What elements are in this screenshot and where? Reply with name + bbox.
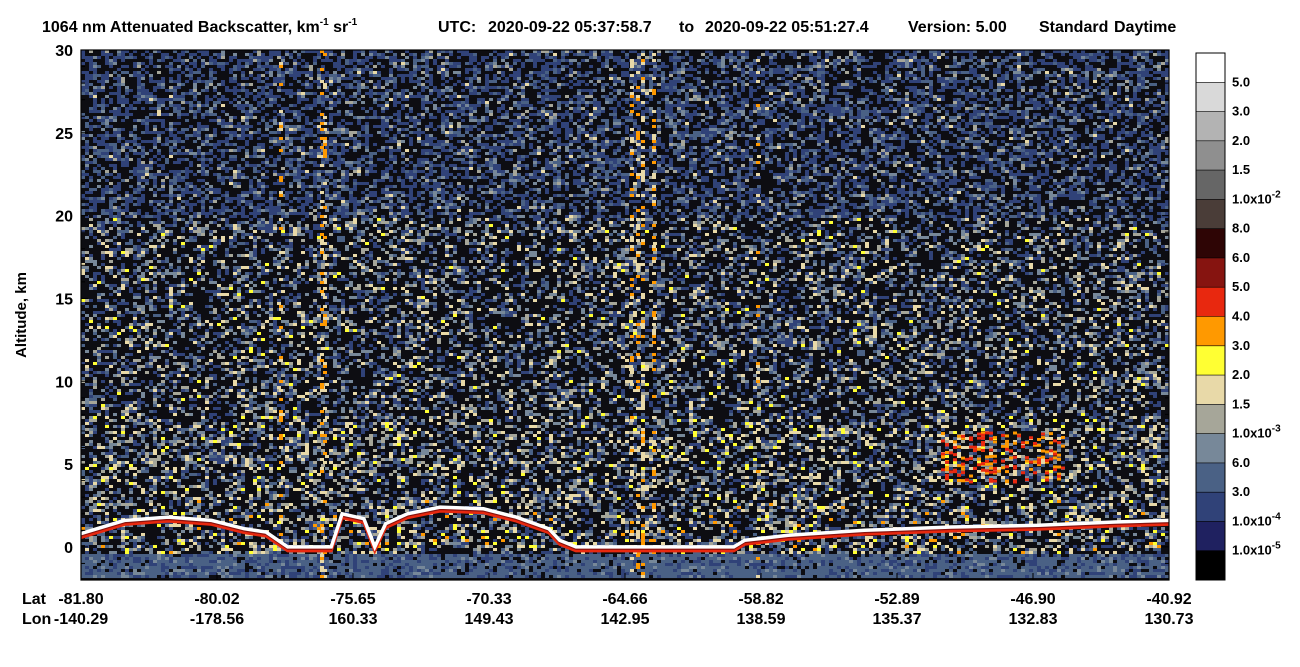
colorbar-swatch	[1196, 492, 1225, 522]
chart-title: 1064 nm Attenuated Backscatter, km-1 sr-…	[42, 17, 1176, 36]
colorbar-swatch	[1196, 140, 1225, 171]
colorbar-label: 4.0	[1232, 309, 1250, 324]
colorbar-swatch	[1196, 404, 1225, 435]
svg-text:1064 nm Attenuated Backscatter: 1064 nm Attenuated Backscatter, km-1 sr-…	[42, 17, 358, 36]
x-tick-label-lat: -70.33	[466, 591, 511, 608]
colorbar-swatch	[1196, 287, 1225, 317]
colorbar-label: 6.0	[1232, 250, 1250, 265]
colorbar-label: 2.0	[1232, 367, 1250, 382]
colorbar-label: 1.0x10-3	[1232, 424, 1281, 441]
colorbar-label: 3.0	[1232, 104, 1250, 119]
title-product: Standard	[1039, 19, 1108, 36]
colorbar-swatch	[1196, 462, 1225, 493]
x-tick-label-lat: -46.90	[1010, 591, 1055, 608]
x-tick-label-lat: -58.82	[738, 591, 783, 608]
colorbar-label: 6.0	[1232, 455, 1250, 470]
y-tick-label: 5	[64, 457, 73, 474]
colorbar-label: 8.0	[1232, 221, 1250, 236]
x-tick-label-lon: 142.95	[601, 611, 650, 628]
x-tick-label-lon: 130.73	[1145, 611, 1194, 628]
x-tick-label-lon: 138.59	[737, 611, 786, 628]
colorbar-label: 1.0x10-2	[1232, 189, 1281, 206]
title-utc-to: to	[679, 19, 694, 36]
x-row-label-lat: Lat	[22, 591, 47, 608]
title-mode: Daytime	[1114, 19, 1176, 36]
y-tick-label: 30	[55, 43, 73, 60]
x-axis: -81.80 -140.29 -80.02 -178.56 -75.65 160.33 -7…	[54, 573, 1194, 628]
title-utc-end: 2020-09-22 05:51:27.4	[705, 19, 869, 36]
title-utc-label: UTC:	[438, 19, 476, 36]
colorbar-swatch	[1196, 53, 1225, 83]
title-unit-sup2: -1	[348, 17, 357, 28]
x-tick-label-lon: 132.83	[1009, 611, 1058, 628]
colorbar-label: 3.0	[1232, 484, 1250, 499]
x-tick-label-lat: -75.65	[330, 591, 375, 608]
x-tick-label-lat: -40.92	[1146, 591, 1191, 608]
title-utc-start: 2020-09-22 05:37:58.7	[488, 19, 652, 36]
y-tick-label: 20	[55, 209, 73, 226]
x-tick-label-lat: -52.89	[874, 591, 919, 608]
colorbar: 5.0 3.0 2.0 1.5 1.0x10-2 8.0 6.0 5.0 4.0 3.0 2.0 1.…	[1195, 52, 1281, 581]
x-row-label-lon: Lon	[22, 611, 51, 628]
x-tick-label-lat: -80.02	[194, 591, 239, 608]
x-tick-label-lon: 149.43	[465, 611, 514, 628]
x-tick-label-lon: -140.29	[54, 611, 108, 628]
x-tick-label-lon: -178.56	[190, 611, 244, 628]
title-unit-mid: sr	[329, 19, 349, 36]
title-version: Version: 5.00	[908, 19, 1007, 36]
colorbar-label: 5.0	[1232, 74, 1250, 89]
x-tick-label-lon: 135.37	[873, 611, 922, 628]
colorbar-label: 1.5	[1232, 162, 1250, 177]
colorbar-label: 2.0	[1232, 133, 1250, 148]
y-tick-label: 10	[55, 374, 73, 391]
colorbar-label: 5.0	[1232, 279, 1250, 294]
colorbar-swatch	[1196, 257, 1225, 288]
colorbar-swatch	[1196, 199, 1225, 230]
lidar-backscatter-figure: 1064 nm Attenuated Backscatter, km -1 sr -…	[13, 17, 1281, 628]
plot-area	[80, 49, 1170, 581]
colorbar-swatch	[1196, 111, 1225, 142]
colorbar-swatch	[1196, 433, 1225, 464]
colorbar-label: 3.0	[1232, 338, 1250, 353]
colorbar-swatch	[1196, 82, 1225, 113]
colorbar-swatch	[1196, 316, 1225, 347]
y-tick-label: 25	[55, 126, 73, 143]
title-main: 1064 nm Attenuated Backscatter, km	[42, 19, 320, 36]
colorbar-swatch	[1196, 345, 1225, 376]
colorbar-swatch	[1196, 550, 1225, 581]
x-tick-label-lat: -81.80	[58, 591, 103, 608]
y-tick-label: 15	[55, 291, 73, 308]
y-axis-label: Altitude, km	[13, 272, 30, 358]
colorbar-label: 1.0x10-4	[1232, 511, 1281, 528]
colorbar-swatch	[1196, 521, 1225, 552]
colorbar-label: 1.5	[1232, 396, 1250, 411]
x-tick-label-lon: 160.33	[329, 611, 378, 628]
colorbar-swatch	[1196, 375, 1225, 405]
colorbar-swatch	[1196, 228, 1225, 259]
y-tick-label: 0	[64, 540, 73, 557]
colorbar-label: 1.0x10-5	[1232, 541, 1281, 558]
x-tick-label-lat: -64.66	[602, 591, 647, 608]
colorbar-swatch	[1196, 170, 1225, 200]
